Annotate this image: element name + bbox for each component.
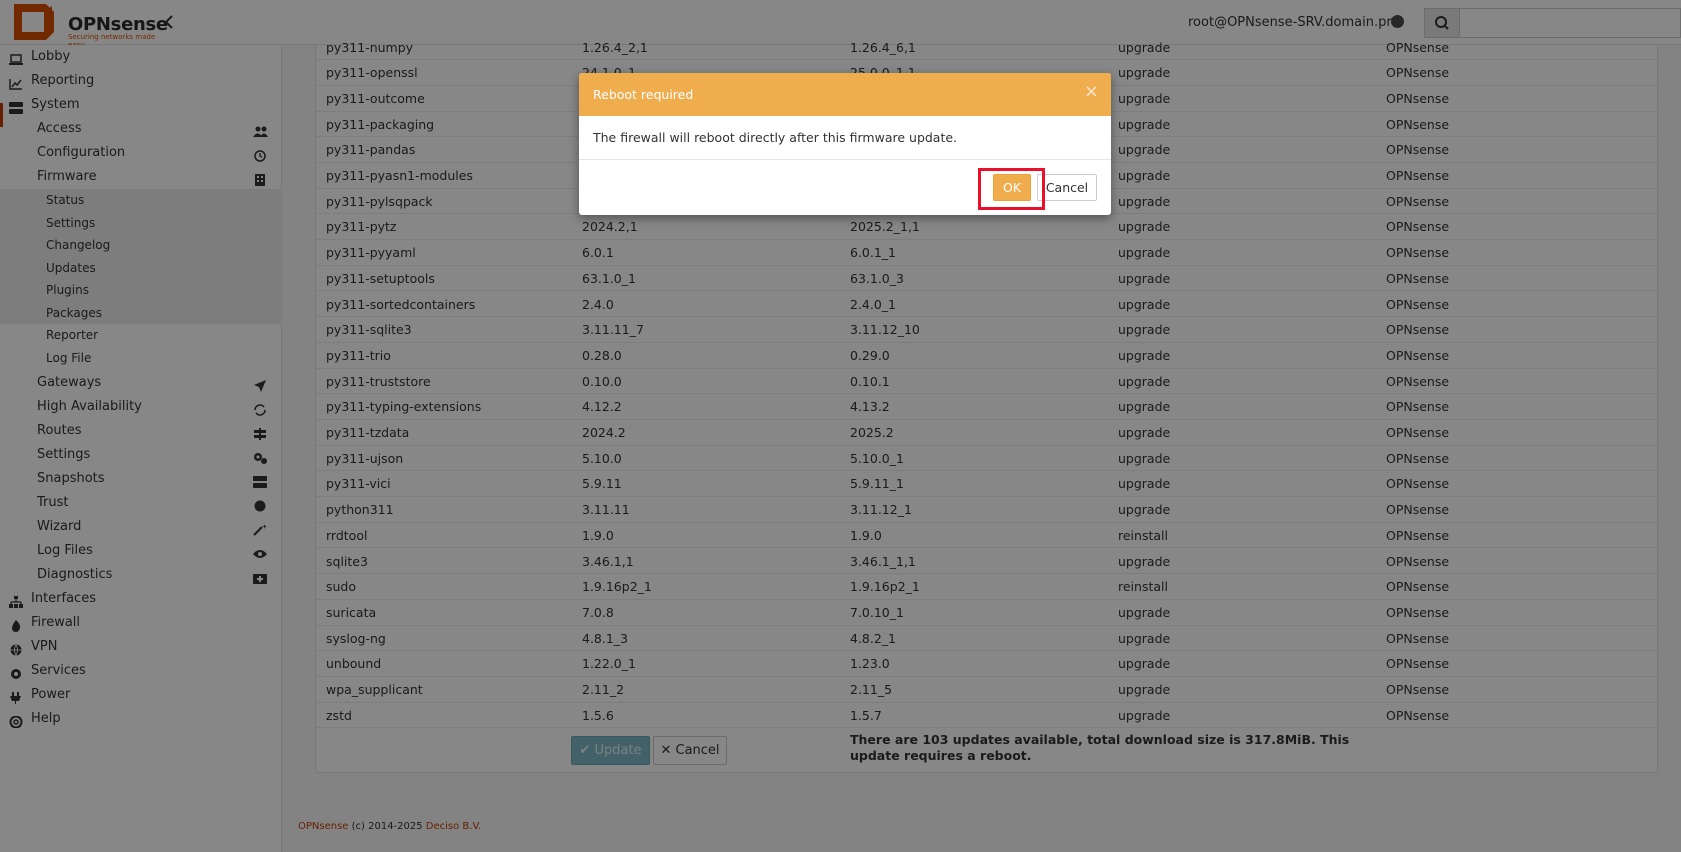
modal-title: Reboot required bbox=[593, 87, 694, 102]
modal-header: Reboot required × bbox=[579, 73, 1111, 116]
modal-cancel-button[interactable]: Cancel bbox=[1037, 174, 1097, 201]
close-icon[interactable]: × bbox=[1084, 83, 1099, 101]
modal-divider bbox=[579, 159, 1111, 160]
modal-message: The firewall will reboot directly after … bbox=[593, 130, 958, 145]
ok-button-highlight bbox=[978, 168, 1045, 210]
